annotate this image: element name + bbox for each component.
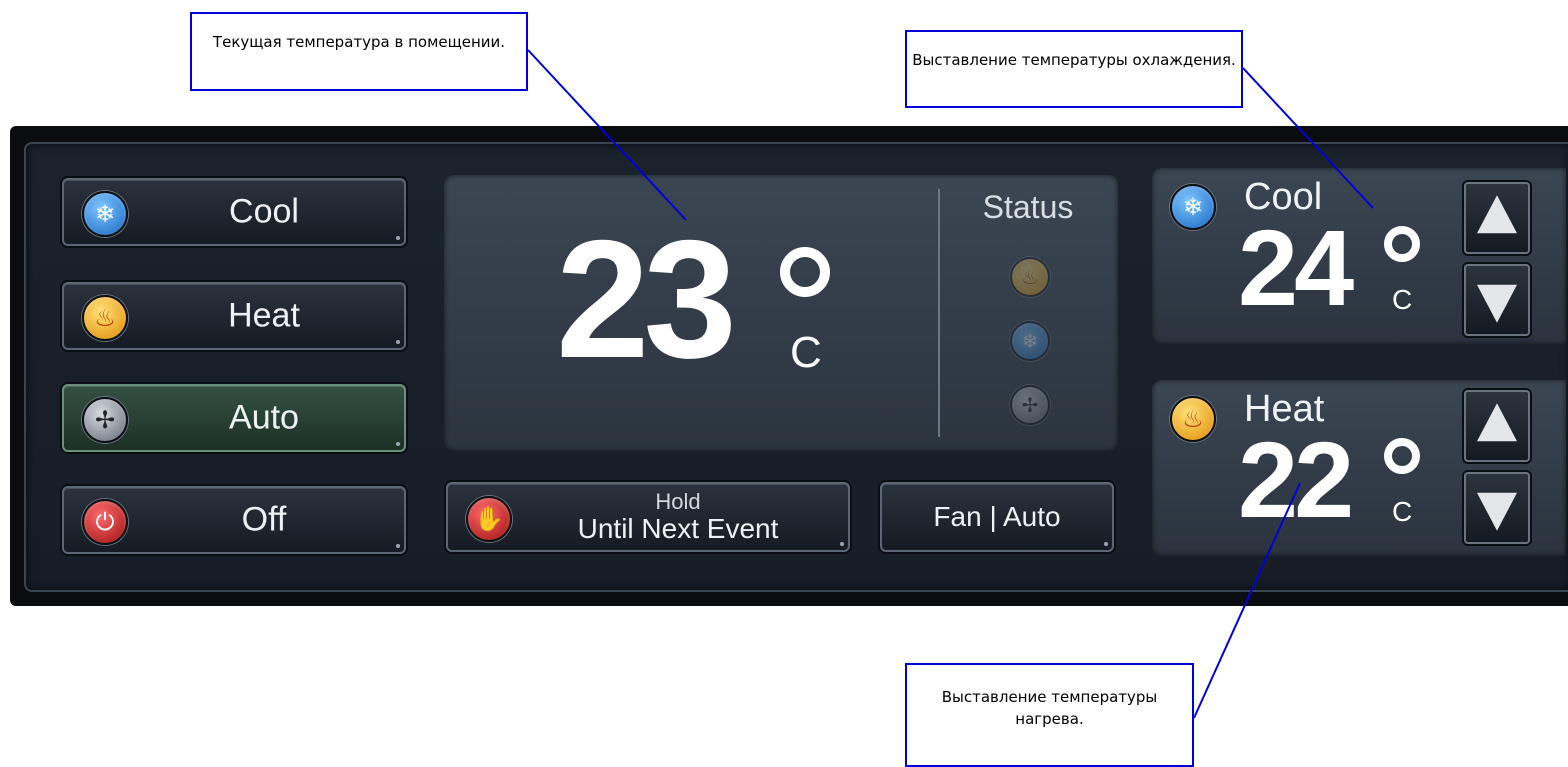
- heat-setpoint-down-button[interactable]: [1464, 472, 1530, 544]
- cool-setpoint-down-button[interactable]: [1464, 264, 1530, 336]
- cool-setpoint-degree-symbol: [1384, 226, 1420, 262]
- annotation-current-temperature: Текущая температура в помещении.: [190, 12, 528, 91]
- arrow-down-icon: [1477, 284, 1517, 323]
- mode-button-cool-label: Cool: [229, 192, 299, 231]
- status-label: Status: [982, 189, 1074, 225]
- fan-mode-label: Fan | Auto: [933, 501, 1061, 532]
- heat-setpoint-unit: C: [1392, 496, 1413, 527]
- status-snowflake-icon: ❄: [1010, 321, 1050, 361]
- mode-button-heat-label: Heat: [228, 296, 300, 335]
- hold-button[interactable]: ✋ Hold Until Next Event: [446, 482, 850, 552]
- current-temperature-value: 23: [556, 205, 737, 393]
- flame-icon: ♨: [1170, 396, 1216, 442]
- cool-setpoint-value: 24: [1238, 207, 1354, 328]
- status-flame-icon: ♨: [1010, 257, 1050, 297]
- heat-setpoint-up-button[interactable]: [1464, 390, 1530, 462]
- mode-button-off-label: Off: [241, 500, 287, 539]
- cool-setpoint-unit: C: [1392, 284, 1413, 315]
- status-fan-icon: ✢: [1010, 385, 1050, 425]
- cool-setpoint-panel: ❄ Cool 24 C: [1152, 168, 1566, 344]
- mode-button-cool[interactable]: ❄ Cool: [62, 178, 406, 246]
- mode-button-auto-label: Auto: [229, 398, 299, 437]
- fan-mode-button[interactable]: Fan | Auto: [880, 482, 1114, 552]
- arrow-up-icon: [1477, 195, 1517, 234]
- annotation-cool-setpoint: Выставление температуры охлаждения.: [905, 30, 1243, 108]
- thermostat-panel: ❄ Cool ♨ Heat ✢ Auto ⏻ Off 23 C Status ♨…: [10, 126, 1568, 606]
- arrow-down-icon: [1477, 492, 1517, 531]
- current-temperature-unit: C: [790, 328, 822, 377]
- heat-setpoint-degree-symbol: [1384, 438, 1420, 474]
- current-temperature-degree-symbol: [780, 247, 830, 297]
- mode-button-off[interactable]: ⏻ Off: [62, 486, 406, 554]
- annotation-heat-setpoint: Выставление температуры нагрева.: [905, 663, 1194, 767]
- cool-setpoint-up-button[interactable]: [1464, 182, 1530, 254]
- hand-stop-icon: ✋: [466, 496, 512, 542]
- status-divider: [938, 189, 940, 437]
- heat-setpoint-panel: ♨ Heat 22 C: [1152, 380, 1566, 556]
- mode-button-auto[interactable]: ✢ Auto: [62, 384, 406, 452]
- hold-button-line2: Until Next Event: [577, 512, 779, 544]
- mode-button-heat[interactable]: ♨ Heat: [62, 282, 406, 350]
- current-temperature-display: 23 C Status ♨ ❄ ✢: [444, 175, 1118, 451]
- snowflake-icon: ❄: [1170, 184, 1216, 230]
- arrow-up-icon: [1477, 403, 1517, 442]
- heat-setpoint-value: 22: [1238, 419, 1354, 540]
- hold-button-text: Hold Until Next Event: [518, 490, 838, 544]
- hold-button-line1: Hold: [655, 489, 701, 514]
- thermostat-panel-inner: ❄ Cool ♨ Heat ✢ Auto ⏻ Off 23 C Status ♨…: [24, 142, 1568, 592]
